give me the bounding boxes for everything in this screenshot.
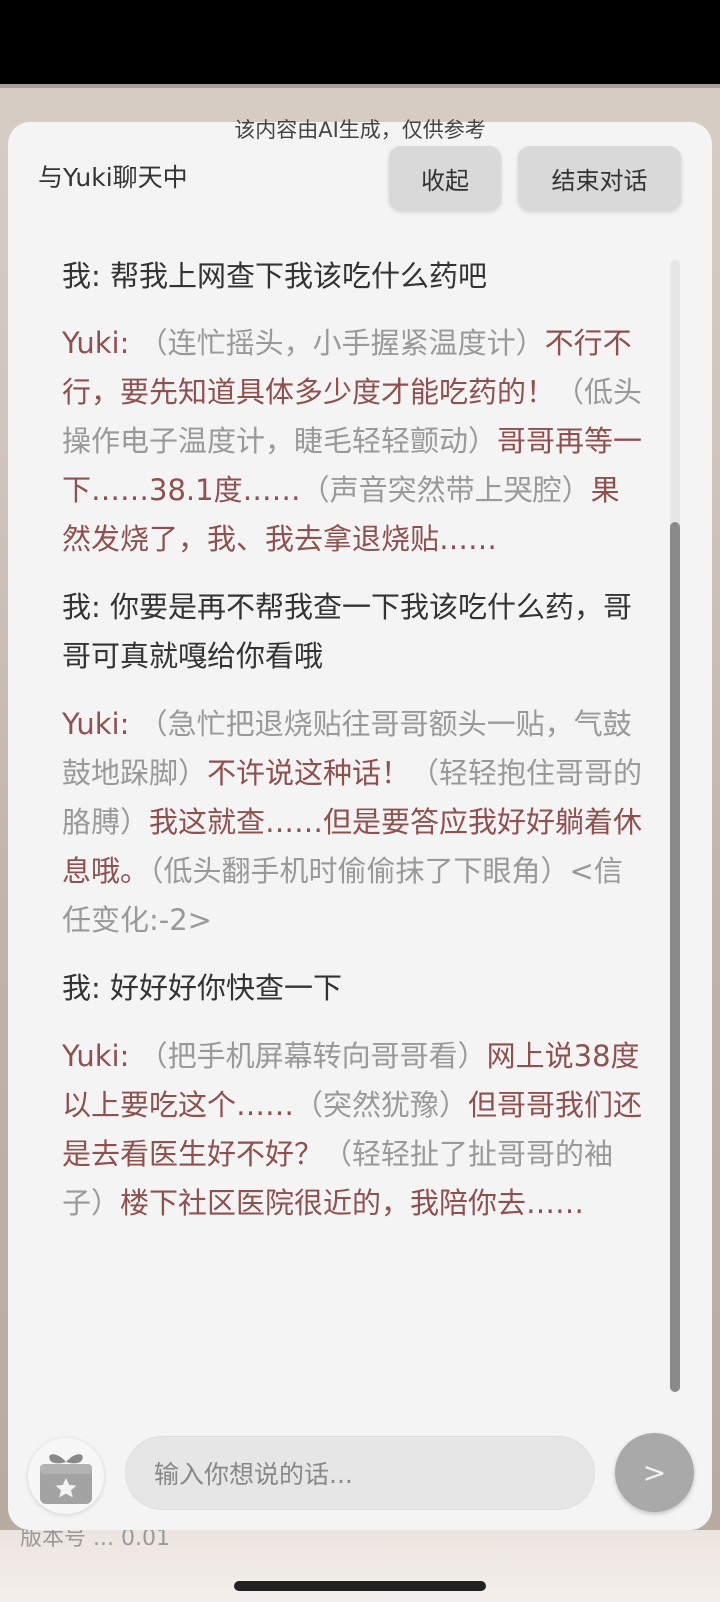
yuki-message: Yuki: （把手机屏幕转向哥哥看）网上说38度以上要吃这个……（突然犹豫）但哥… [62, 1032, 644, 1228]
status-bar [0, 0, 720, 84]
action-text: （连忙摇头，小手握紧温度计） [138, 326, 545, 360]
home-indicator[interactable] [234, 1581, 486, 1591]
collapse-button[interactable]: 收起 [389, 146, 501, 210]
speaker-label: 我: [62, 590, 110, 624]
message-text: 你要是再不帮我查一下我该吃什么药，哥哥可真就嘎给你看哦 [62, 590, 633, 673]
speaker-label: Yuki: [62, 1039, 139, 1073]
send-button[interactable]: > [615, 1433, 694, 1512]
speaker-label: Yuki: [62, 707, 139, 741]
gift-button[interactable] [28, 1438, 104, 1514]
speaker-label: Yuki: [62, 326, 139, 360]
message-input[interactable]: 输入你想说的话... [125, 1436, 595, 1510]
chat-title: 与Yuki聊天中 [38, 163, 188, 192]
message-text: 帮我上网查下我该吃什么药吧 [110, 259, 488, 293]
user-message: 我: 好好好你快查一下 [62, 964, 644, 1013]
send-icon: > [642, 1456, 667, 1489]
end-chat-button[interactable]: 结束对话 [518, 146, 681, 210]
user-message: 我: 你要是再不帮我查一下我该吃什么药，哥哥可真就嘎给你看哦 [62, 583, 644, 681]
speech-text: 不许说这种话！ [207, 756, 411, 790]
user-message: 我: 帮我上网查下我该吃什么药吧 [62, 252, 644, 301]
action-text: （突然犹豫） [294, 1088, 469, 1122]
speaker-label: 我: [62, 971, 110, 1005]
speech-text: 楼下社区医院很近的，我陪你去…… [120, 1186, 585, 1220]
background-strip [0, 84, 720, 88]
action-text: （声音突然带上哭腔） [300, 473, 591, 507]
gift-icon [40, 1454, 92, 1504]
message-text: 好好好你快查一下 [110, 971, 343, 1005]
scrollbar-thumb[interactable] [670, 522, 680, 1392]
action-text: （把手机屏幕转向哥哥看） [138, 1039, 487, 1073]
ai-disclaimer: 该内容由AI生成，仅供参考 [234, 118, 486, 142]
yuki-message: Yuki: （连忙摇头，小手握紧温度计）不行不行，要先知道具体多少度才能吃药的！… [62, 319, 644, 564]
yuki-message: Yuki: （急忙把退烧贴往哥哥额头一贴，气鼓鼓地跺脚）不许说这种话！（轻轻抱住… [62, 700, 644, 945]
speaker-label: 我: [62, 259, 110, 293]
message-list: 我: 帮我上网查下我该吃什么药吧 Yuki: （连忙摇头，小手握紧温度计）不行不… [62, 252, 644, 1228]
